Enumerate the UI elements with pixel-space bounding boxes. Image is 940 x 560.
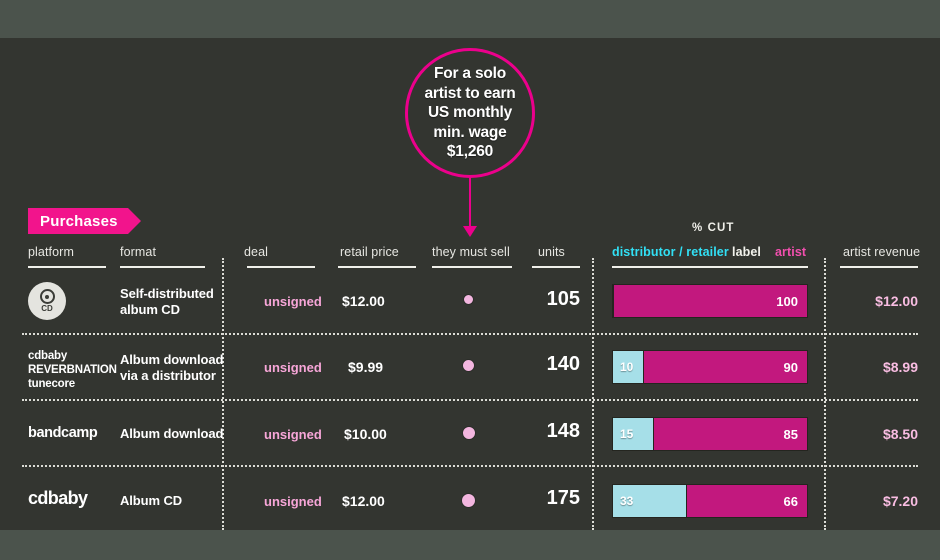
deal-value: unsigned: [264, 360, 322, 375]
minimum-wage-callout: For a solo artist to earn US monthly min…: [405, 48, 535, 178]
col-header-they-must-sell: they must sell: [432, 245, 510, 259]
cut-bar: 10 90: [612, 350, 808, 384]
row-separator-3: [22, 465, 918, 467]
cut-bar: 15 85: [612, 417, 808, 451]
col-header-units: units: [538, 245, 565, 259]
section-tag-purchases[interactable]: Purchases: [28, 208, 141, 234]
col-header-format: format: [120, 245, 157, 259]
row-separator-1: [22, 333, 918, 335]
retail-price-value: $12.00: [342, 293, 385, 309]
bar-segment-artist: 85: [653, 418, 807, 450]
header-rule-must-sell: [432, 266, 512, 268]
must-sell-dot: [463, 294, 474, 305]
cd-disc-icon: CD: [28, 282, 66, 320]
header-rule-pct-cut: [612, 266, 808, 268]
vertical-separator-2: [592, 258, 594, 530]
vertical-separator-3: [824, 258, 826, 530]
must-sell-dot: [462, 426, 476, 440]
vertical-separator-1: [222, 258, 224, 530]
legend-distributor-retailer: distributor / retailer: [612, 245, 729, 259]
callout-arrow-icon: [463, 226, 477, 237]
bar-segment-distributor: 10: [613, 351, 645, 383]
platform-name: cdbaby: [28, 488, 88, 508]
must-sell-dot: [461, 493, 476, 508]
bar-segment-artist: 100: [614, 285, 807, 317]
units-value: 140: [546, 353, 580, 375]
cut-bar: 100: [612, 284, 808, 318]
table-row: Album download: [120, 426, 224, 441]
callout-text: For a solo artist to earn US monthly min…: [424, 65, 516, 161]
col-header-retail-price: retail price: [340, 245, 399, 259]
bar-segment-distributor: 15: [613, 418, 654, 450]
must-sell-dot: [462, 359, 475, 372]
col-header-platform: platform: [28, 245, 74, 259]
cut-bar: 33 66: [612, 484, 808, 518]
units-value: 175: [546, 487, 580, 509]
retail-price-value: $12.00: [342, 493, 385, 509]
cd-icon-label: CD: [41, 304, 53, 313]
col-header-deal: deal: [244, 245, 269, 259]
legend-artist: artist: [775, 245, 807, 259]
platform-name: tunecore: [28, 378, 75, 390]
header-rule-deal: [247, 266, 315, 268]
platform-name: bandcamp: [28, 425, 98, 441]
artist-revenue-value: $12.00: [875, 293, 918, 309]
units-value: 105: [546, 288, 580, 310]
cd-ring-icon: [39, 289, 55, 304]
header-rule-platform: [28, 266, 106, 268]
bar-segment-distributor: 33: [613, 485, 687, 517]
retail-price-value: $9.99: [348, 359, 384, 375]
chart-title-pct-cut: % CUT: [692, 222, 735, 234]
section-tag-label: Purchases: [40, 212, 118, 230]
header-rule-format: [120, 266, 205, 268]
deal-value: unsigned: [264, 427, 322, 442]
infographic-root: For a solo artist to earn US monthly min…: [0, 0, 940, 560]
artist-revenue-value: $8.99: [882, 359, 918, 375]
callout-stem-line: [469, 178, 471, 228]
table-row: Album CD: [120, 493, 183, 508]
artist-revenue-value: $8.50: [882, 426, 918, 442]
bar-segment-artist: 90: [644, 351, 807, 383]
deal-value: unsigned: [264, 494, 322, 509]
table-row: Album download via a distributor: [120, 352, 224, 383]
units-value: 148: [546, 420, 580, 442]
artist-revenue-value: $7.20: [882, 493, 918, 509]
header-rule-units: [532, 266, 580, 268]
header-rule-artist-revenue: [840, 266, 918, 268]
col-header-artist-revenue: artist revenue: [843, 245, 921, 259]
deal-value: unsigned: [264, 294, 322, 309]
table-row: Self-distributed album CD: [120, 286, 214, 317]
header-rule-retail-price: [338, 266, 416, 268]
legend-label: label: [732, 245, 761, 259]
retail-price-value: $10.00: [344, 426, 387, 442]
bar-segment-artist: 66: [686, 485, 807, 517]
row-separator-2: [22, 399, 918, 401]
